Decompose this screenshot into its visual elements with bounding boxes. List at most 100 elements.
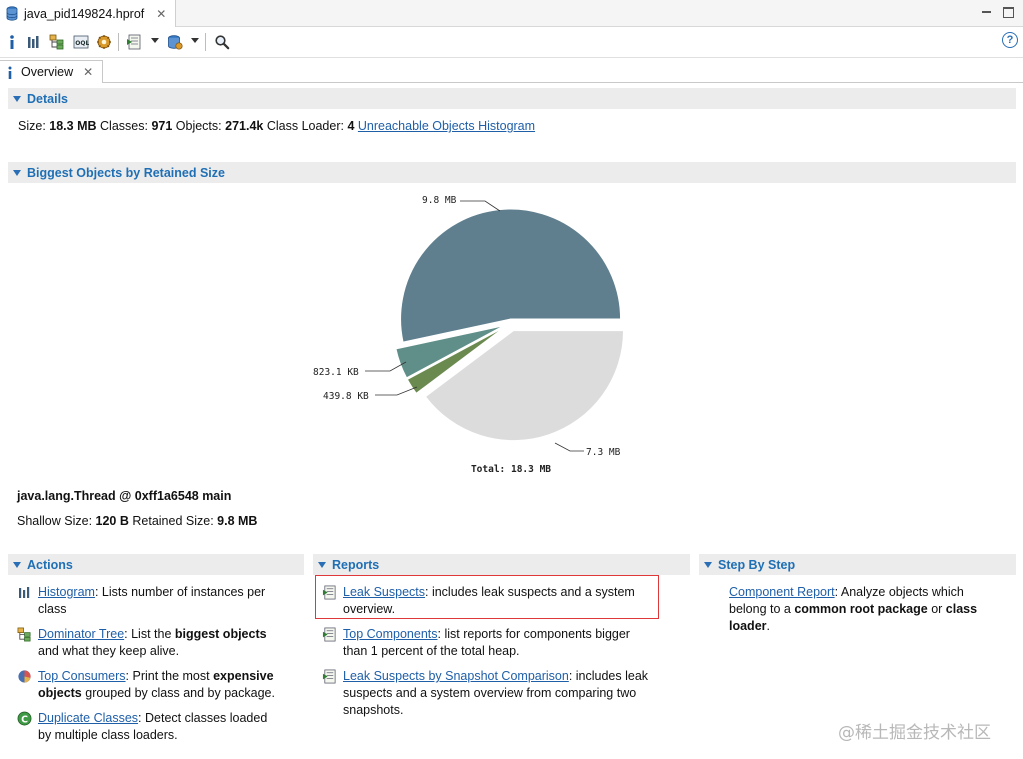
heap-dump-icon (6, 6, 18, 21)
minimize-icon[interactable] (980, 5, 994, 19)
pie-total-label: Total: 18.3 MB (471, 464, 551, 475)
component-report-link[interactable]: Component Report (729, 585, 835, 599)
collapse-triangle-icon[interactable] (13, 169, 21, 176)
collapse-triangle-icon[interactable] (13, 561, 21, 568)
step-description: or (927, 602, 946, 616)
shallow-size-label: Shallow Size: (17, 514, 93, 528)
retained-size-value: 9.8 MB (217, 514, 258, 528)
pie-slice-label: 823.1 KB (313, 367, 359, 378)
selected-object-name: java.lang.Thread @ 0xff1a6548 main (17, 489, 232, 503)
action-description: and what they keep alive. (38, 644, 180, 658)
editor-tab-label: java_pid149824.hprof (24, 6, 145, 21)
collapse-triangle-icon[interactable] (704, 561, 712, 568)
toolbar: OQL ? (0, 28, 1023, 58)
heap-dump-overview-icon[interactable] (165, 32, 185, 52)
leak-suspects-comparison-link[interactable]: Leak Suspects by Snapshot Comparison (343, 669, 569, 683)
svg-text:C: C (21, 714, 28, 725)
action-description: class (38, 602, 67, 616)
help-icon[interactable]: ? (1002, 32, 1018, 48)
section-biggest-objects-header[interactable]: Biggest Objects by Retained Size (8, 162, 1016, 183)
pie-slice[interactable] (400, 208, 622, 343)
section-actions-header[interactable]: Actions (8, 554, 304, 575)
step-component-report: Component Report: Analyze objects which … (729, 584, 1014, 635)
details-summary: Size: 18.3 MB Classes: 971 Objects: 271.… (18, 119, 535, 133)
shallow-size-value: 120 B (95, 514, 129, 528)
section-details-header[interactable]: Details (8, 88, 1016, 109)
dominator-tree-icon (17, 627, 31, 642)
collapse-triangle-icon[interactable] (318, 561, 326, 568)
report-leak-suspects-comparison: Leak Suspects by Snapshot Comparison: in… (322, 668, 682, 719)
action-description: grouped by class and by package. (81, 686, 275, 700)
watermark: @稀土掘金技术社区 (838, 723, 991, 743)
duplicate-classes-link[interactable]: Duplicate Classes (38, 711, 138, 725)
histogram-icon[interactable] (24, 32, 44, 52)
step-description: . (766, 619, 770, 633)
retained-size-pie-chart[interactable]: 9.8 MB 823.1 KB 439.8 KB 7.3 MB Total: 18.3 … (300, 186, 700, 481)
histogram-icon (19, 587, 30, 598)
objects-label: Objects: (175, 119, 222, 133)
report-leak-suspects: Leak Suspects: includes leak suspects an… (322, 584, 682, 618)
size-value: 18.3 MB (49, 119, 97, 133)
top-consumers-link[interactable]: Top Consumers (38, 669, 126, 683)
run-report-dropdown-icon[interactable] (151, 38, 159, 43)
editor-tab-bar: java_pid149824.hprof ✕ (0, 0, 1023, 27)
classes-value: 971 (151, 119, 173, 133)
retained-size-label: Retained Size: (132, 514, 214, 528)
dominator-tree-link[interactable]: Dominator Tree (38, 627, 124, 641)
section-step-by-step-header[interactable]: Step By Step (699, 554, 1016, 575)
tab-overview[interactable]: Overview ✕ (0, 60, 103, 83)
pie-slice-label: 439.8 KB (323, 391, 369, 402)
objects-value: 271.4k (225, 119, 264, 133)
info-icon[interactable] (2, 32, 22, 52)
classloader-label: Class Loader: (266, 119, 344, 133)
report-description: than 1 percent of the total heap. (343, 644, 520, 658)
pie-label-leader (375, 386, 418, 396)
report-description: : includes leak (568, 669, 649, 683)
classes-label: Classes: (100, 119, 148, 133)
report-icon (322, 627, 336, 642)
step-emphasis: common root package (794, 602, 928, 616)
top-consumers-icon[interactable] (94, 32, 114, 52)
report-icon (322, 669, 336, 684)
dominator-tree-icon[interactable] (47, 32, 67, 52)
close-icon[interactable]: ✕ (156, 7, 166, 21)
svg-text:OQL: OQL (75, 40, 89, 47)
action-description: : Detect classes loaded (138, 711, 268, 725)
maximize-icon[interactable] (1001, 5, 1015, 19)
search-icon[interactable] (212, 32, 232, 52)
action-description: by multiple class loaders. (38, 728, 178, 742)
step-description: : Analyze objects which (834, 585, 964, 599)
run-report-icon[interactable] (124, 32, 144, 52)
top-consumers-icon (18, 670, 31, 683)
action-description: : List the (124, 627, 175, 641)
pie-slice-label: 7.3 MB (586, 447, 621, 458)
histogram-link[interactable]: Histogram (38, 585, 95, 599)
toolbar-separator (118, 33, 119, 51)
leak-suspects-link[interactable]: Leak Suspects (343, 585, 425, 599)
report-top-components: Top Components: list reports for compone… (322, 626, 682, 660)
pie-label-leader (554, 442, 584, 452)
collapse-triangle-icon[interactable] (13, 95, 21, 102)
report-description: : includes leak suspects and a system (425, 585, 635, 599)
duplicate-classes-icon: C (17, 711, 32, 726)
action-emphasis: biggest objects (174, 627, 267, 641)
action-top-consumers: Top Consumers: Print the most expensive … (17, 668, 302, 702)
report-description: : list reports for components bigger (437, 627, 630, 641)
action-emphasis: objects (38, 686, 82, 700)
selected-object-sizes: Shallow Size: 120 B Retained Size: 9.8 M… (17, 514, 257, 528)
editor-tab-hprof[interactable]: java_pid149824.hprof ✕ (0, 0, 176, 27)
step-emphasis: loader (729, 619, 767, 633)
section-title: Details (27, 91, 68, 106)
step-emphasis: class (945, 602, 978, 616)
report-icon (322, 585, 336, 600)
pie-slice-label: 9.8 MB (422, 195, 457, 206)
view-tab-bar: Overview ✕ (0, 60, 1023, 83)
top-components-link[interactable]: Top Components (343, 627, 438, 641)
section-reports-header[interactable]: Reports (313, 554, 690, 575)
action-dominator-tree: Dominator Tree: List the biggest objects… (17, 626, 302, 660)
close-icon[interactable]: ✕ (83, 65, 93, 79)
unreachable-objects-histogram-link[interactable]: Unreachable Objects Histogram (358, 119, 535, 133)
oql-icon[interactable]: OQL (71, 32, 91, 52)
action-emphasis: expensive (213, 669, 274, 683)
heap-dump-dropdown-icon[interactable] (191, 38, 199, 43)
